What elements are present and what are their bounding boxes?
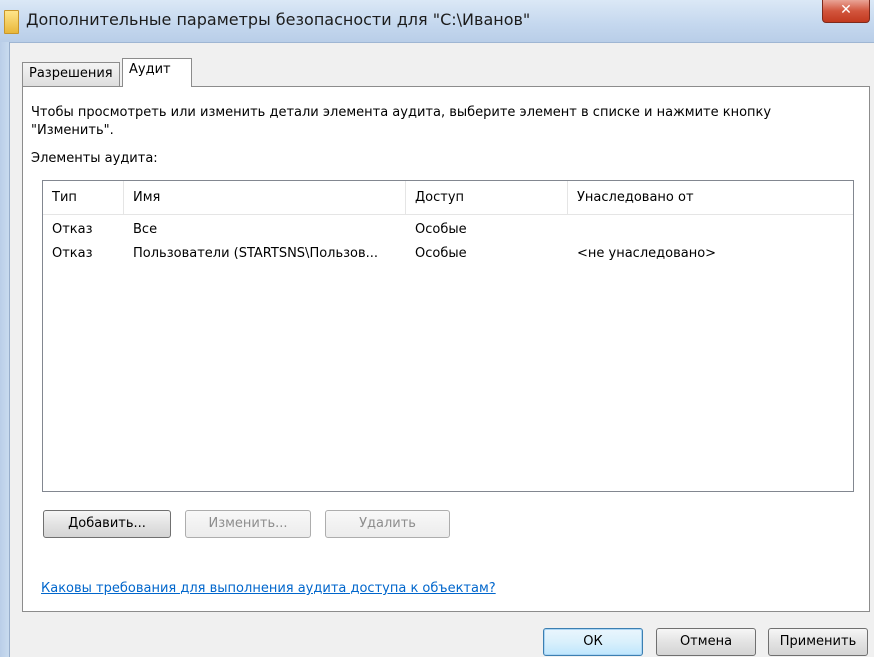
row-access: Особые <box>415 246 467 261</box>
security-dialog: Дополнительные параметры безопасности дл… <box>0 0 874 657</box>
row-type: Отказ <box>52 222 93 237</box>
audit-list-label: Элементы аудита: <box>31 151 158 166</box>
tab-audit[interactable]: Аудит <box>122 58 192 87</box>
close-button[interactable]: ✕ <box>822 0 870 23</box>
instructions-text: Чтобы просмотреть или изменить детали эл… <box>31 105 772 138</box>
row-access: Особые <box>415 222 467 237</box>
window-title: Дополнительные параметры безопасности дл… <box>26 10 531 29</box>
folder-icon <box>4 10 19 34</box>
column-header-type[interactable]: Тип <box>43 181 124 214</box>
window-frame <box>0 42 10 657</box>
title-bar[interactable]: Дополнительные параметры безопасности дл… <box>0 0 874 43</box>
cancel-button[interactable]: Отмена <box>656 628 756 656</box>
row-inherited <box>568 220 853 240</box>
edit-button[interactable]: Изменить... <box>185 510 311 538</box>
tab-permissions[interactable]: Разрешения <box>22 62 120 86</box>
add-button[interactable]: Добавить... <box>43 510 171 538</box>
audit-help-link[interactable]: Каковы требования для выполнения аудита … <box>41 581 496 596</box>
ok-button[interactable]: ОК <box>543 628 643 656</box>
audit-entries-list[interactable]: Тип Имя Доступ Унаследовано от Отказ Все… <box>42 180 854 492</box>
column-header-access[interactable]: Доступ <box>406 181 568 214</box>
list-item[interactable]: Отказ Все Особые <box>43 220 853 240</box>
column-header-inherited[interactable]: Унаследовано от <box>568 181 853 214</box>
column-header-name[interactable]: Имя <box>124 181 406 214</box>
row-inherited: <не унаследовано> <box>577 246 717 261</box>
list-item[interactable]: Отказ Пользователи (STARTSNS\Пользов... … <box>43 244 853 264</box>
row-type: Отказ <box>52 246 93 261</box>
delete-button[interactable]: Удалить <box>325 510 450 538</box>
apply-button[interactable]: Применить <box>768 628 868 656</box>
row-name: Все <box>133 222 158 237</box>
row-name: Пользователи (STARTSNS\Пользов... <box>133 246 379 261</box>
list-header: Тип Имя Доступ Унаследовано от <box>43 181 853 215</box>
